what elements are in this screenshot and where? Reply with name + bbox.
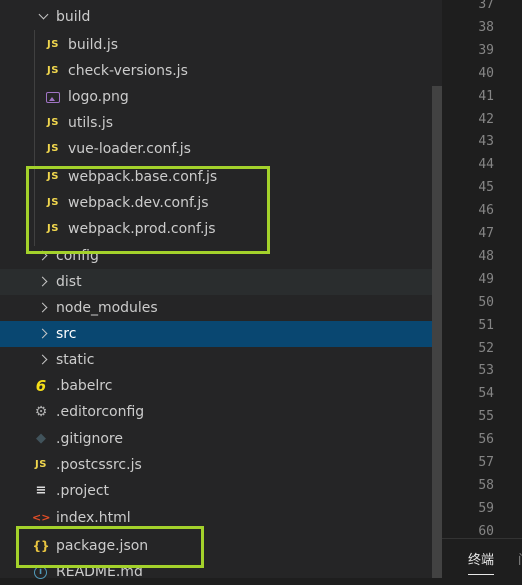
folder-label: dist	[56, 274, 82, 290]
file-label: utils.js	[68, 115, 114, 131]
folder-label: static	[56, 352, 95, 368]
file-label: webpack.base.conf.js	[68, 169, 218, 185]
chevron-right-icon	[36, 327, 50, 341]
folder-label: build	[56, 9, 91, 25]
line-number: 50	[478, 294, 494, 310]
editor-line-numbers: 37 38 39 40 41 42 43 44 45 46 47 48 49 50 51 52 53 54 55 56…	[442, 0, 522, 578]
js-file-icon: JS	[47, 39, 59, 50]
chevron-right-icon	[36, 353, 50, 367]
file-label: webpack.prod.conf.js	[68, 221, 216, 237]
file-logo-png[interactable]: logo.png	[0, 84, 476, 110]
folder-label: src	[56, 326, 77, 342]
line-number: 47	[478, 226, 494, 241]
line-number: 44	[478, 157, 494, 173]
line-number: 43	[478, 134, 494, 150]
folder-label: config	[56, 248, 99, 264]
chevron-down-icon	[36, 10, 50, 24]
line-number: 60	[478, 523, 494, 539]
html-icon: <>	[32, 511, 51, 524]
file-label: .babelrc	[56, 378, 113, 394]
file-index-html[interactable]: <> index.html	[0, 505, 464, 531]
babel-icon: 6	[35, 377, 47, 395]
file-check-versions-js[interactable]: JS check-versions.js	[0, 58, 476, 84]
file-webpack-base-conf-js[interactable]: JS webpack.base.conf.js	[0, 164, 476, 190]
info-icon: i	[34, 565, 47, 579]
file-label: index.html	[56, 510, 131, 526]
git-icon: ◆	[36, 431, 46, 446]
file-editorconfig[interactable]: ⚙ .editorconfig	[0, 399, 464, 425]
file-label: webpack.dev.conf.js	[68, 195, 209, 211]
line-number: 37	[478, 0, 494, 12]
line-number: 54	[478, 386, 494, 402]
line-number: 49	[478, 271, 494, 287]
explorer-scrollbar[interactable]	[432, 86, 442, 578]
file-label: build.js	[68, 37, 119, 53]
file-vue-loader-conf-js[interactable]: JS vue-loader.conf.js	[0, 136, 476, 162]
line-number: 41	[478, 88, 494, 104]
file-explorer: build JS build.js JS check-versions.js l…	[0, 0, 468, 580]
file-label: logo.png	[68, 89, 129, 105]
folder-static[interactable]: static	[0, 347, 468, 373]
js-file-icon: JS	[47, 143, 59, 154]
file-webpack-prod-conf-js[interactable]: JS webpack.prod.conf.js	[0, 216, 476, 242]
file-project[interactable]: ≡ .project	[0, 478, 464, 504]
line-number: 58	[478, 477, 494, 493]
file-webpack-dev-conf-js[interactable]: JS webpack.dev.conf.js	[0, 190, 476, 216]
line-number: 38	[478, 19, 494, 35]
line-number: 42	[478, 111, 494, 127]
file-postcssrc-js[interactable]: JS .postcssrc.js	[0, 452, 464, 478]
line-number: 48	[478, 248, 494, 264]
chevron-right-icon	[36, 275, 50, 289]
line-number: 55	[478, 409, 494, 425]
file-utils-js[interactable]: JS utils.js	[0, 110, 476, 136]
folder-label: node_modules	[56, 300, 158, 316]
js-file-icon: JS	[47, 171, 59, 182]
tab-terminal[interactable]: 终端	[468, 549, 495, 575]
file-label: check-versions.js	[68, 63, 188, 79]
js-file-icon: JS	[47, 65, 59, 76]
line-number: 46	[478, 203, 494, 219]
file-label: .project	[56, 483, 110, 499]
line-number: 52	[478, 340, 494, 356]
line-number: 51	[478, 317, 494, 333]
line-number: 53	[478, 363, 494, 379]
file-babelrc[interactable]: 6 .babelrc	[0, 373, 464, 399]
line-number: 56	[478, 432, 494, 448]
chevron-right-icon	[36, 249, 50, 263]
file-label: .postcssrc.js	[56, 457, 142, 473]
folder-build[interactable]: build	[0, 4, 468, 30]
file-readme-md[interactable]: i README.md	[0, 559, 464, 585]
tab-problems-partial[interactable]: 问	[518, 549, 522, 565]
line-number: 59	[478, 500, 494, 516]
line-number: 45	[478, 180, 494, 196]
panel-tab-bar: 终端 问	[442, 538, 522, 579]
file-label: package.json	[56, 538, 149, 554]
js-file-icon: JS	[35, 459, 47, 470]
image-file-icon	[46, 91, 60, 103]
folder-dist[interactable]: dist	[0, 269, 468, 295]
line-number: 40	[478, 65, 494, 81]
file-label: .editorconfig	[56, 404, 145, 420]
file-package-json[interactable]: {} package.json	[0, 533, 464, 559]
folder-src[interactable]: src	[0, 321, 468, 347]
folder-node-modules[interactable]: node_modules	[0, 295, 468, 321]
line-number: 57	[478, 455, 494, 470]
json-icon: {}	[32, 539, 50, 553]
lines-icon: ≡	[35, 483, 47, 498]
file-label: .gitignore	[56, 431, 123, 447]
js-file-icon: JS	[47, 223, 59, 234]
js-file-icon: JS	[47, 197, 59, 208]
file-gitignore[interactable]: ◆ .gitignore	[0, 426, 464, 452]
chevron-right-icon	[36, 301, 50, 315]
file-label: vue-loader.conf.js	[68, 141, 191, 157]
line-number: 39	[478, 42, 494, 58]
js-file-icon: JS	[47, 117, 59, 128]
file-build-js[interactable]: JS build.js	[0, 32, 476, 58]
folder-config[interactable]: config	[0, 243, 468, 269]
gear-icon: ⚙	[34, 404, 48, 420]
